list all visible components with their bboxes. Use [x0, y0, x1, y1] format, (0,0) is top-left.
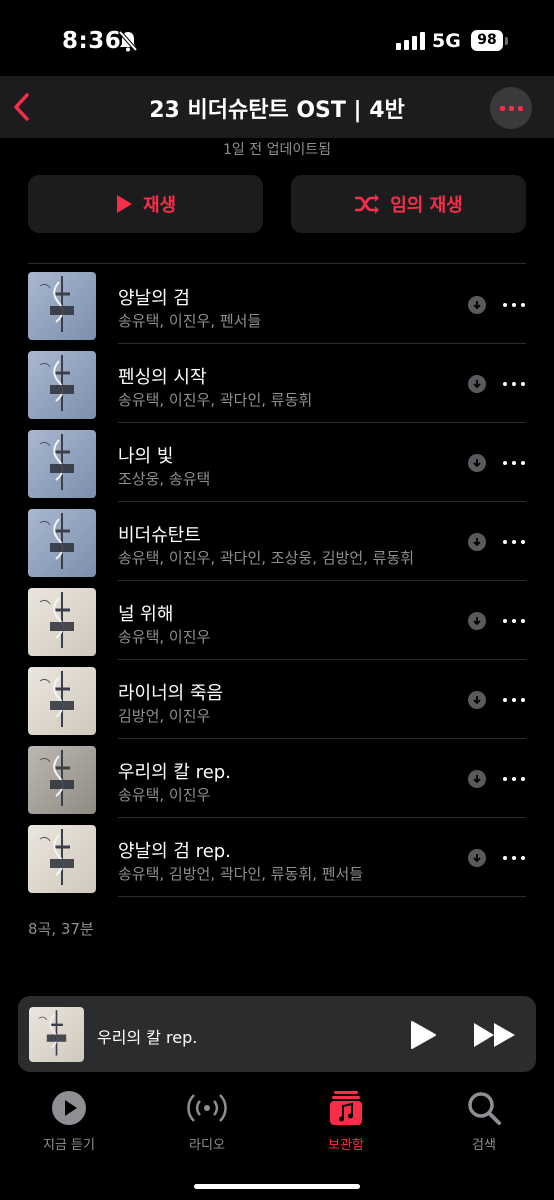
updated-label: 1일 전 업데이트됨 [223, 142, 331, 158]
network-label: 5G [432, 30, 461, 52]
library-icon [330, 1091, 362, 1125]
track-more-button[interactable] [503, 611, 525, 631]
track-row[interactable]: 양날의 검 rep. 송유택, 김방언, 곽다인, 류동휘, 펜서들 [0, 818, 554, 897]
mini-player[interactable]: 우리의 칼 rep. [18, 996, 536, 1072]
play-icon [411, 1021, 436, 1049]
tab-search[interactable]: 검색 [429, 1090, 539, 1153]
bell-slash-icon [118, 30, 138, 56]
track-row[interactable]: 널 위해송유택, 이진우 [0, 581, 554, 660]
track-more-button[interactable] [503, 769, 525, 789]
mini-play-button[interactable] [409, 1020, 437, 1054]
track-title: 우리의 칼 rep. [118, 762, 231, 783]
tab-listen-now[interactable]: 지금 듣기 [14, 1090, 124, 1153]
track-artists: 송유택, 이진우 [118, 786, 211, 804]
track-artwork [28, 746, 96, 814]
home-indicator [194, 1184, 360, 1189]
signal-icon [396, 32, 425, 50]
track-title: 양날의 검 rep. [118, 841, 231, 862]
album-art-icon [28, 667, 96, 735]
track-artwork [28, 588, 96, 656]
album-art-icon [28, 351, 96, 419]
play-icon [116, 195, 132, 213]
play-button[interactable]: 재생 [28, 175, 263, 233]
track-title: 라이너의 죽음 [118, 683, 224, 704]
album-art-icon [28, 746, 96, 814]
track-summary: 8곡, 37분 [28, 920, 94, 938]
track-artists: 김방언, 이진우 [118, 707, 211, 725]
divider [28, 263, 526, 264]
downloaded-icon [468, 296, 486, 314]
track-title: 비더슈탄트 [118, 525, 201, 546]
radio-waves-icon [187, 1094, 227, 1122]
track-artists: 송유택, 이진우 [118, 628, 211, 646]
tab-label: 지금 듣기 [43, 1138, 95, 1153]
shuffle-label: 임의 재생 [390, 195, 463, 216]
downloaded-icon [468, 612, 486, 630]
track-title: 양날의 검 [118, 288, 190, 309]
track-title: 널 위해 [118, 604, 174, 625]
page-title: 23 비더슈탄트 OST | 4반 [149, 98, 405, 123]
tab-label: 라디오 [189, 1138, 225, 1153]
track-title: 나의 빛 [118, 446, 174, 467]
track-artwork [28, 430, 96, 498]
downloaded-icon [468, 770, 486, 788]
more-button[interactable] [490, 87, 532, 129]
search-icon [468, 1092, 501, 1125]
album-art-icon [28, 509, 96, 577]
track-row[interactable]: 비더슈탄트송유택, 이진우, 곽다인, 조상웅, 김방언, 류동휘 [0, 502, 554, 581]
track-row[interactable]: 펜싱의 시작송유택, 이진우, 곽다인, 류동휘 [0, 344, 554, 423]
track-more-button[interactable] [503, 295, 525, 315]
track-artwork [28, 272, 96, 340]
track-row[interactable]: 나의 빛조상웅, 송유택 [0, 423, 554, 502]
track-artists: 송유택, 이진우, 곽다인, 조상웅, 김방언, 류동휘 [118, 549, 415, 567]
album-art-icon [28, 825, 96, 893]
track-artists: 송유택, 김방언, 곽다인, 류동휘, 펜서들 [118, 865, 364, 883]
tab-label: 보관함 [328, 1138, 364, 1153]
mini-player-artwork [29, 1007, 84, 1062]
album-art-icon [28, 272, 96, 340]
track-row[interactable]: 라이너의 죽음김방언, 이진우 [0, 660, 554, 739]
track-artists: 송유택, 이진우, 펜서들 [118, 312, 262, 330]
track-more-button[interactable] [503, 690, 525, 710]
track-row[interactable]: 우리의 칼 rep. 송유택, 이진우 [0, 739, 554, 818]
downloaded-icon [468, 691, 486, 709]
track-artwork [28, 667, 96, 735]
downloaded-icon [468, 454, 486, 472]
track-title: 펜싱의 시작 [118, 367, 207, 388]
row-divider [118, 896, 526, 897]
track-more-button[interactable] [503, 453, 525, 473]
shuffle-button[interactable]: 임의 재생 [291, 175, 526, 233]
fast-forward-icon [474, 1023, 515, 1047]
play-circle-icon [52, 1091, 86, 1125]
track-artists: 송유택, 이진우, 곽다인, 류동휘 [118, 391, 313, 409]
album-art-icon [29, 1007, 84, 1062]
tab-library[interactable]: 보관함 [291, 1090, 401, 1153]
battery-tip [505, 37, 508, 45]
downloaded-icon [468, 375, 486, 393]
track-artwork [28, 825, 96, 893]
tab-radio[interactable]: 라디오 [152, 1090, 262, 1153]
shuffle-icon [355, 194, 380, 214]
play-label: 재생 [142, 195, 177, 216]
next-button[interactable] [473, 1022, 517, 1052]
track-more-button[interactable] [503, 532, 525, 552]
track-artwork [28, 351, 96, 419]
album-art-icon [28, 430, 96, 498]
album-art-icon [28, 588, 96, 656]
track-row[interactable]: 양날의 검송유택, 이진우, 펜서들 [0, 265, 554, 344]
downloaded-icon [468, 533, 486, 551]
track-more-button[interactable] [503, 848, 525, 868]
downloaded-icon [468, 849, 486, 867]
status-time: 8:36 [62, 28, 122, 54]
tab-label: 검색 [472, 1138, 496, 1153]
track-artwork [28, 509, 96, 577]
battery-icon: 98 [471, 30, 503, 51]
track-more-button[interactable] [503, 374, 525, 394]
track-artists: 조상웅, 송유택 [118, 470, 211, 488]
mini-player-title: 우리의 칼 rep. [97, 1028, 198, 1047]
